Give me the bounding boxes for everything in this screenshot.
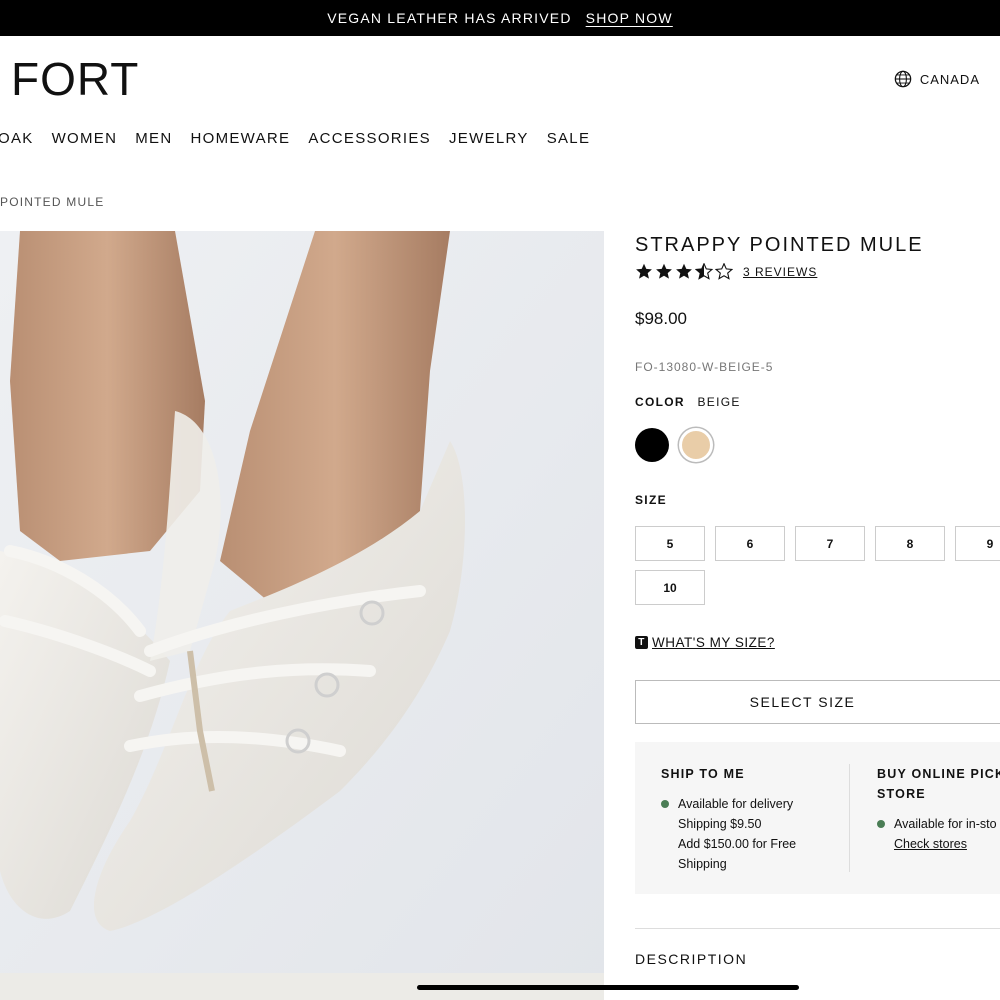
pickup-line: Available for in-sto — [894, 817, 997, 831]
size-option-5[interactable]: 5 — [635, 526, 705, 561]
t-badge-icon: T — [635, 636, 648, 649]
product-photo-illustration — [0, 231, 604, 1000]
size-option-10[interactable]: 10 — [635, 570, 705, 605]
ship-availability: Available for delivery Shipping $9.50 Ad… — [661, 794, 813, 874]
size-option-9[interactable]: 9 — [955, 526, 1000, 561]
swatch-black[interactable] — [635, 428, 669, 462]
nav-item-homeware[interactable]: HOMEWARE — [190, 130, 290, 147]
ship-to-me-title: SHIP TO ME — [661, 767, 745, 781]
color-value: BEIGE — [697, 395, 741, 409]
ship-details: Available for delivery Shipping $9.50 Ad… — [678, 794, 813, 874]
star-full-icon — [656, 263, 672, 279]
main-nav: OAK WOMEN MEN HOMEWARE ACCESSORIES JEWEL… — [0, 130, 590, 147]
status-dot — [661, 800, 669, 808]
pickup-title: BUY ONLINE PICK U STORE — [877, 767, 1000, 801]
color-swatches — [635, 428, 713, 462]
pickup-option[interactable]: BUY ONLINE PICK U STORE Available for in… — [877, 764, 1000, 854]
region-label: CANADA — [919, 71, 980, 87]
divider — [849, 764, 850, 872]
description-heading[interactable]: DESCRIPTION — [635, 951, 747, 967]
product-title: STRAPPY POINTED MULE — [635, 234, 924, 256]
status-dot — [877, 820, 885, 828]
nav-item-women[interactable]: WOMEN — [52, 130, 118, 147]
star-empty-icon — [715, 263, 733, 280]
size-option-8[interactable]: 8 — [875, 526, 945, 561]
size-options: 5 6 7 8 9 10 — [635, 526, 1000, 605]
nav-item-men[interactable]: MEN — [135, 130, 172, 147]
color-row: COLOR BEIGE — [635, 395, 741, 409]
ship-line-cost: Shipping $9.50 — [678, 817, 762, 831]
promo-message: VEGAN LEATHER HAS ARRIVED — [327, 10, 572, 26]
rating-row: 3 REVIEWS — [635, 263, 817, 280]
pickup-availability: Available for in-sto Check stores — [877, 814, 1000, 854]
divider — [635, 928, 1000, 929]
promo-banner: VEGAN LEATHER HAS ARRIVED SHOP NOW — [0, 0, 1000, 36]
select-size-button[interactable]: SELECT SIZE — [635, 680, 1000, 724]
product-image[interactable] — [0, 231, 604, 1000]
globe-icon — [894, 70, 912, 88]
shop-now-link[interactable]: SHOP NOW — [586, 10, 673, 26]
star-full-icon — [676, 263, 692, 279]
rating-stars — [635, 263, 733, 280]
region-selector[interactable]: CANADA — [894, 70, 980, 88]
fulfillment-panel: SHIP TO ME Available for delivery Shippi… — [635, 742, 1000, 894]
size-option-7[interactable]: 7 — [795, 526, 865, 561]
ship-to-me-option[interactable]: SHIP TO ME Available for delivery Shippi… — [661, 764, 813, 874]
star-half-icon — [695, 263, 713, 280]
size-guide[interactable]: T WHAT'S MY SIZE? — [635, 635, 775, 650]
nav-item-jewelry[interactable]: JEWELRY — [449, 130, 529, 147]
product-sku: FO-13080-W-BEIGE-5 — [635, 360, 774, 374]
swatch-beige[interactable] — [679, 428, 713, 462]
ship-line-free: Add $150.00 for Free Shipping — [678, 837, 797, 871]
reviews-link[interactable]: 3 REVIEWS — [743, 265, 817, 279]
pickup-details: Available for in-sto Check stores — [894, 814, 997, 854]
nav-item-oak[interactable]: OAK — [0, 130, 34, 147]
star-full-icon — [636, 263, 652, 279]
size-option-6[interactable]: 6 — [715, 526, 785, 561]
home-indicator[interactable] — [417, 985, 799, 990]
product-price: $98.00 — [635, 309, 687, 328]
size-guide-link[interactable]: WHAT'S MY SIZE? — [652, 635, 775, 650]
nav-item-sale[interactable]: SALE — [547, 130, 591, 147]
nav-item-accessories[interactable]: ACCESSORIES — [308, 130, 431, 147]
brand-logo[interactable]: FORT — [11, 56, 139, 102]
color-label: COLOR — [635, 395, 685, 409]
breadcrumb[interactable]: POINTED MULE — [0, 195, 104, 209]
ship-line-availability: Available for delivery — [678, 797, 794, 811]
size-label: SIZE — [635, 493, 667, 507]
check-stores-link[interactable]: Check stores — [894, 834, 997, 854]
